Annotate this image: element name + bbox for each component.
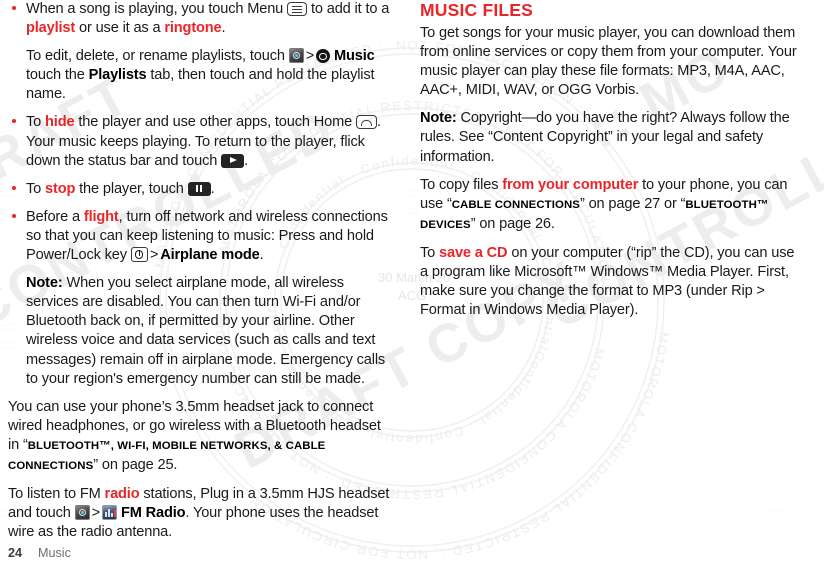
note-copyright: Note: Copyright—do you have the right? A… (420, 109, 806, 166)
rpara3-part1: To (420, 244, 440, 261)
keyword-from-your-computer: from your computer (502, 176, 639, 193)
bullet4-separator: > (149, 247, 159, 264)
sub1-bold-music: Music (334, 48, 375, 65)
para-save-cd-text: To save a CD on your computer (“rip” the… (420, 244, 806, 320)
rpara2-part1: To copy files (420, 176, 503, 193)
para-fm-radio-text: To listen to FM radio stations, Plug in … (8, 485, 394, 542)
para-headset-text: You can use your phone’s 3.5mm headset j… (8, 398, 394, 476)
sub1-part1: To edit, delete, or rename playlists, to… (26, 48, 289, 65)
keyword-radio: radio (104, 486, 140, 503)
paragraph-save-cd: To save a CD on your computer (“rip” the… (420, 244, 806, 320)
right-column: Music files To get songs for your music … (420, 0, 806, 329)
bullet3-part2: the player, touch (75, 180, 188, 197)
note-body: When you select airplane mode, all wirel… (26, 275, 386, 387)
bullet-dot-icon (12, 213, 16, 218)
apps-launcher-icon (74, 505, 90, 521)
para2-part1: To listen to FM (8, 486, 105, 503)
para-get-songs-text: To get songs for your music player, you … (420, 25, 797, 99)
bullet-hide-text: To hide the player and use other apps, t… (26, 113, 394, 170)
sub1-part2: touch the (26, 67, 89, 84)
bullet2-part4: . (244, 152, 248, 169)
sub1-bold-playlists: Playlists (88, 67, 147, 84)
sub1-text: To edit, delete, or rename playlists, to… (26, 47, 394, 104)
page-footer: 24 Music (8, 546, 71, 560)
bold-fm-radio: FM Radio (120, 505, 186, 522)
note-copyright-label: Note: (420, 110, 457, 127)
paragraph-get-songs: To get songs for your music player, you … (420, 24, 806, 100)
bullet4-part1: Before a (26, 208, 84, 225)
sub-paragraph-edit-playlists: To edit, delete, or rename playlists, to… (8, 47, 394, 104)
play-button-icon (221, 153, 245, 168)
sub1-separator: > (305, 48, 315, 65)
bullet1-part4: . (221, 20, 226, 37)
bullet-item-hide: To hide the player and use other apps, t… (8, 113, 394, 170)
rpara2-part4: ” on page 26. (470, 215, 555, 232)
cross-reference-cable-connections: Cable Connections (451, 198, 580, 211)
note-airplane-mode: Note: When you select airplane mode, all… (8, 274, 394, 389)
paragraph-headset-jack: You can use your phone’s 3.5mm headset j… (8, 398, 394, 476)
bullet-flight-text: Before a flight, turn off network and wi… (26, 208, 394, 265)
keyword-save-a-cd: save a CD (439, 244, 508, 261)
apps-launcher-icon (288, 48, 304, 64)
bullet-item-stop: To stop the player, touch . (8, 180, 394, 199)
music-app-icon (316, 49, 331, 64)
bullet-dot-icon (12, 6, 16, 10)
bullet3-part1: To (26, 180, 46, 197)
bullet2-part1: To (26, 114, 46, 131)
rpara2-part3: ” on page 27 or “ (579, 195, 686, 212)
note-text: Note: When you select airplane mode, all… (26, 274, 394, 389)
bullet1-part2: to add it to a (307, 1, 390, 17)
keyword-playlist: playlist (26, 20, 76, 37)
bullet-item-playlist: When a song is playing, you touch Menu t… (8, 0, 394, 38)
bullet-stop-text: To stop the player, touch . (26, 180, 394, 199)
pause-button-icon (187, 181, 211, 196)
bullet-dot-icon (12, 119, 16, 124)
page-content: When a song is playing, you touch Menu t… (0, 0, 824, 568)
bullet1-part3: or use it as a (75, 20, 165, 37)
bold-airplane-mode: Airplane mode (160, 247, 260, 264)
paragraph-fm-radio: To listen to FM radio stations, Plug in … (8, 485, 394, 542)
bullet3-part3: . (210, 180, 215, 197)
bullet-playlist-text: When a song is playing, you touch Menu t… (26, 0, 394, 38)
para-copy-files-text: To copy files from your computer to your… (420, 176, 806, 235)
bullet1-part1: When a song is playing, you touch Menu (26, 1, 288, 17)
keyword-ringtone: ringtone (164, 20, 222, 37)
note-label: Note: (26, 275, 63, 292)
keyword-hide: hide (45, 114, 75, 131)
bullet4-part3: . (259, 247, 264, 264)
home-key-icon (356, 115, 377, 130)
note-copyright-body: Copyright—do you have the right? Always … (420, 110, 790, 165)
bullet2-part2: the player and use other apps, touch Hom… (74, 114, 356, 131)
left-column: When a song is playing, you touch Menu t… (8, 0, 394, 551)
bullet-dot-icon (12, 185, 16, 190)
para1-part2: ” on page 25. (93, 456, 178, 473)
fm-radio-icon (102, 505, 118, 521)
note-copyright-text: Note: Copyright—do you have the right? A… (420, 109, 806, 166)
page-number: 24 (8, 546, 23, 560)
para2-separator: > (91, 505, 101, 522)
power-lock-key-icon (130, 247, 148, 263)
keyword-flight: flight (83, 208, 119, 225)
paragraph-copy-files: To copy files from your computer to your… (420, 176, 806, 235)
section-heading-music-files: Music files (420, 0, 534, 20)
keyword-stop: stop (45, 180, 76, 197)
footer-chapter-label: Music (38, 546, 71, 560)
bullet-item-flight: Before a flight, turn off network and wi… (8, 208, 394, 265)
menu-key-icon (287, 2, 308, 16)
